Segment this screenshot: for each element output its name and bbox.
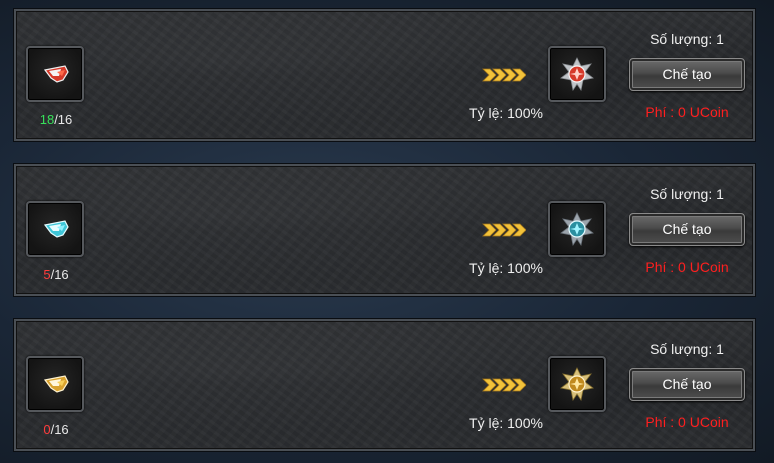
material-slot[interactable] <box>26 356 84 412</box>
material-need: /16 <box>54 112 73 127</box>
quantity-label: Số lượng: 1 <box>650 31 724 47</box>
success-rate: Tỷ lệ: 100% <box>469 415 543 431</box>
cyan-wing-fragment-icon <box>43 220 69 238</box>
recipe-panel: 5/16 Tỷ lệ: 100% Số lượng: 1 Chế tạo Phí… <box>14 164 755 296</box>
material-have: 5 <box>43 267 51 282</box>
craft-button[interactable]: Chế tạo <box>629 58 745 91</box>
material-need: /16 <box>50 422 69 437</box>
material-count: 5/16 <box>28 267 84 282</box>
craft-button[interactable]: Chế tạo <box>629 368 745 401</box>
gold-chevrons-icon <box>482 378 526 392</box>
red-wing-fragment-icon <box>43 65 69 83</box>
success-rate: Tỷ lệ: 100% <box>469 105 543 121</box>
fee-label: Phí : 0 UCoin <box>645 104 729 120</box>
craft-button[interactable]: Chế tạo <box>629 213 745 246</box>
result-slot[interactable] <box>548 201 606 257</box>
cyan-wing-emblem-icon <box>560 212 594 247</box>
gold-chevrons-icon <box>482 223 526 237</box>
success-rate: Tỷ lệ: 100% <box>469 260 543 276</box>
result-slot[interactable] <box>548 46 606 102</box>
recipe-panel: 0/16 Tỷ lệ: 100% Số lượng: 1 Chế tạo Phí… <box>14 319 755 451</box>
material-have: 0 <box>43 422 51 437</box>
red-wing-emblem-icon <box>560 57 594 92</box>
recipe-panel: 18/16 Tỷ lệ: 100% Số lượng: 1 Chế tạo Ph… <box>14 9 755 141</box>
material-count: 18/16 <box>28 112 84 127</box>
material-have: 18 <box>39 112 55 127</box>
quantity-label: Số lượng: 1 <box>650 186 724 202</box>
fee-label: Phí : 0 UCoin <box>645 259 729 275</box>
fee-label: Phí : 0 UCoin <box>645 414 729 430</box>
gold-wing-emblem-icon <box>560 367 594 402</box>
material-count: 0/16 <box>28 422 84 437</box>
gold-wing-fragment-icon <box>43 375 69 393</box>
material-slot[interactable] <box>26 201 84 257</box>
result-slot[interactable] <box>548 356 606 412</box>
material-slot[interactable] <box>26 46 84 102</box>
gold-chevrons-icon <box>482 68 526 82</box>
material-need: /16 <box>50 267 69 282</box>
quantity-label: Số lượng: 1 <box>650 341 724 357</box>
